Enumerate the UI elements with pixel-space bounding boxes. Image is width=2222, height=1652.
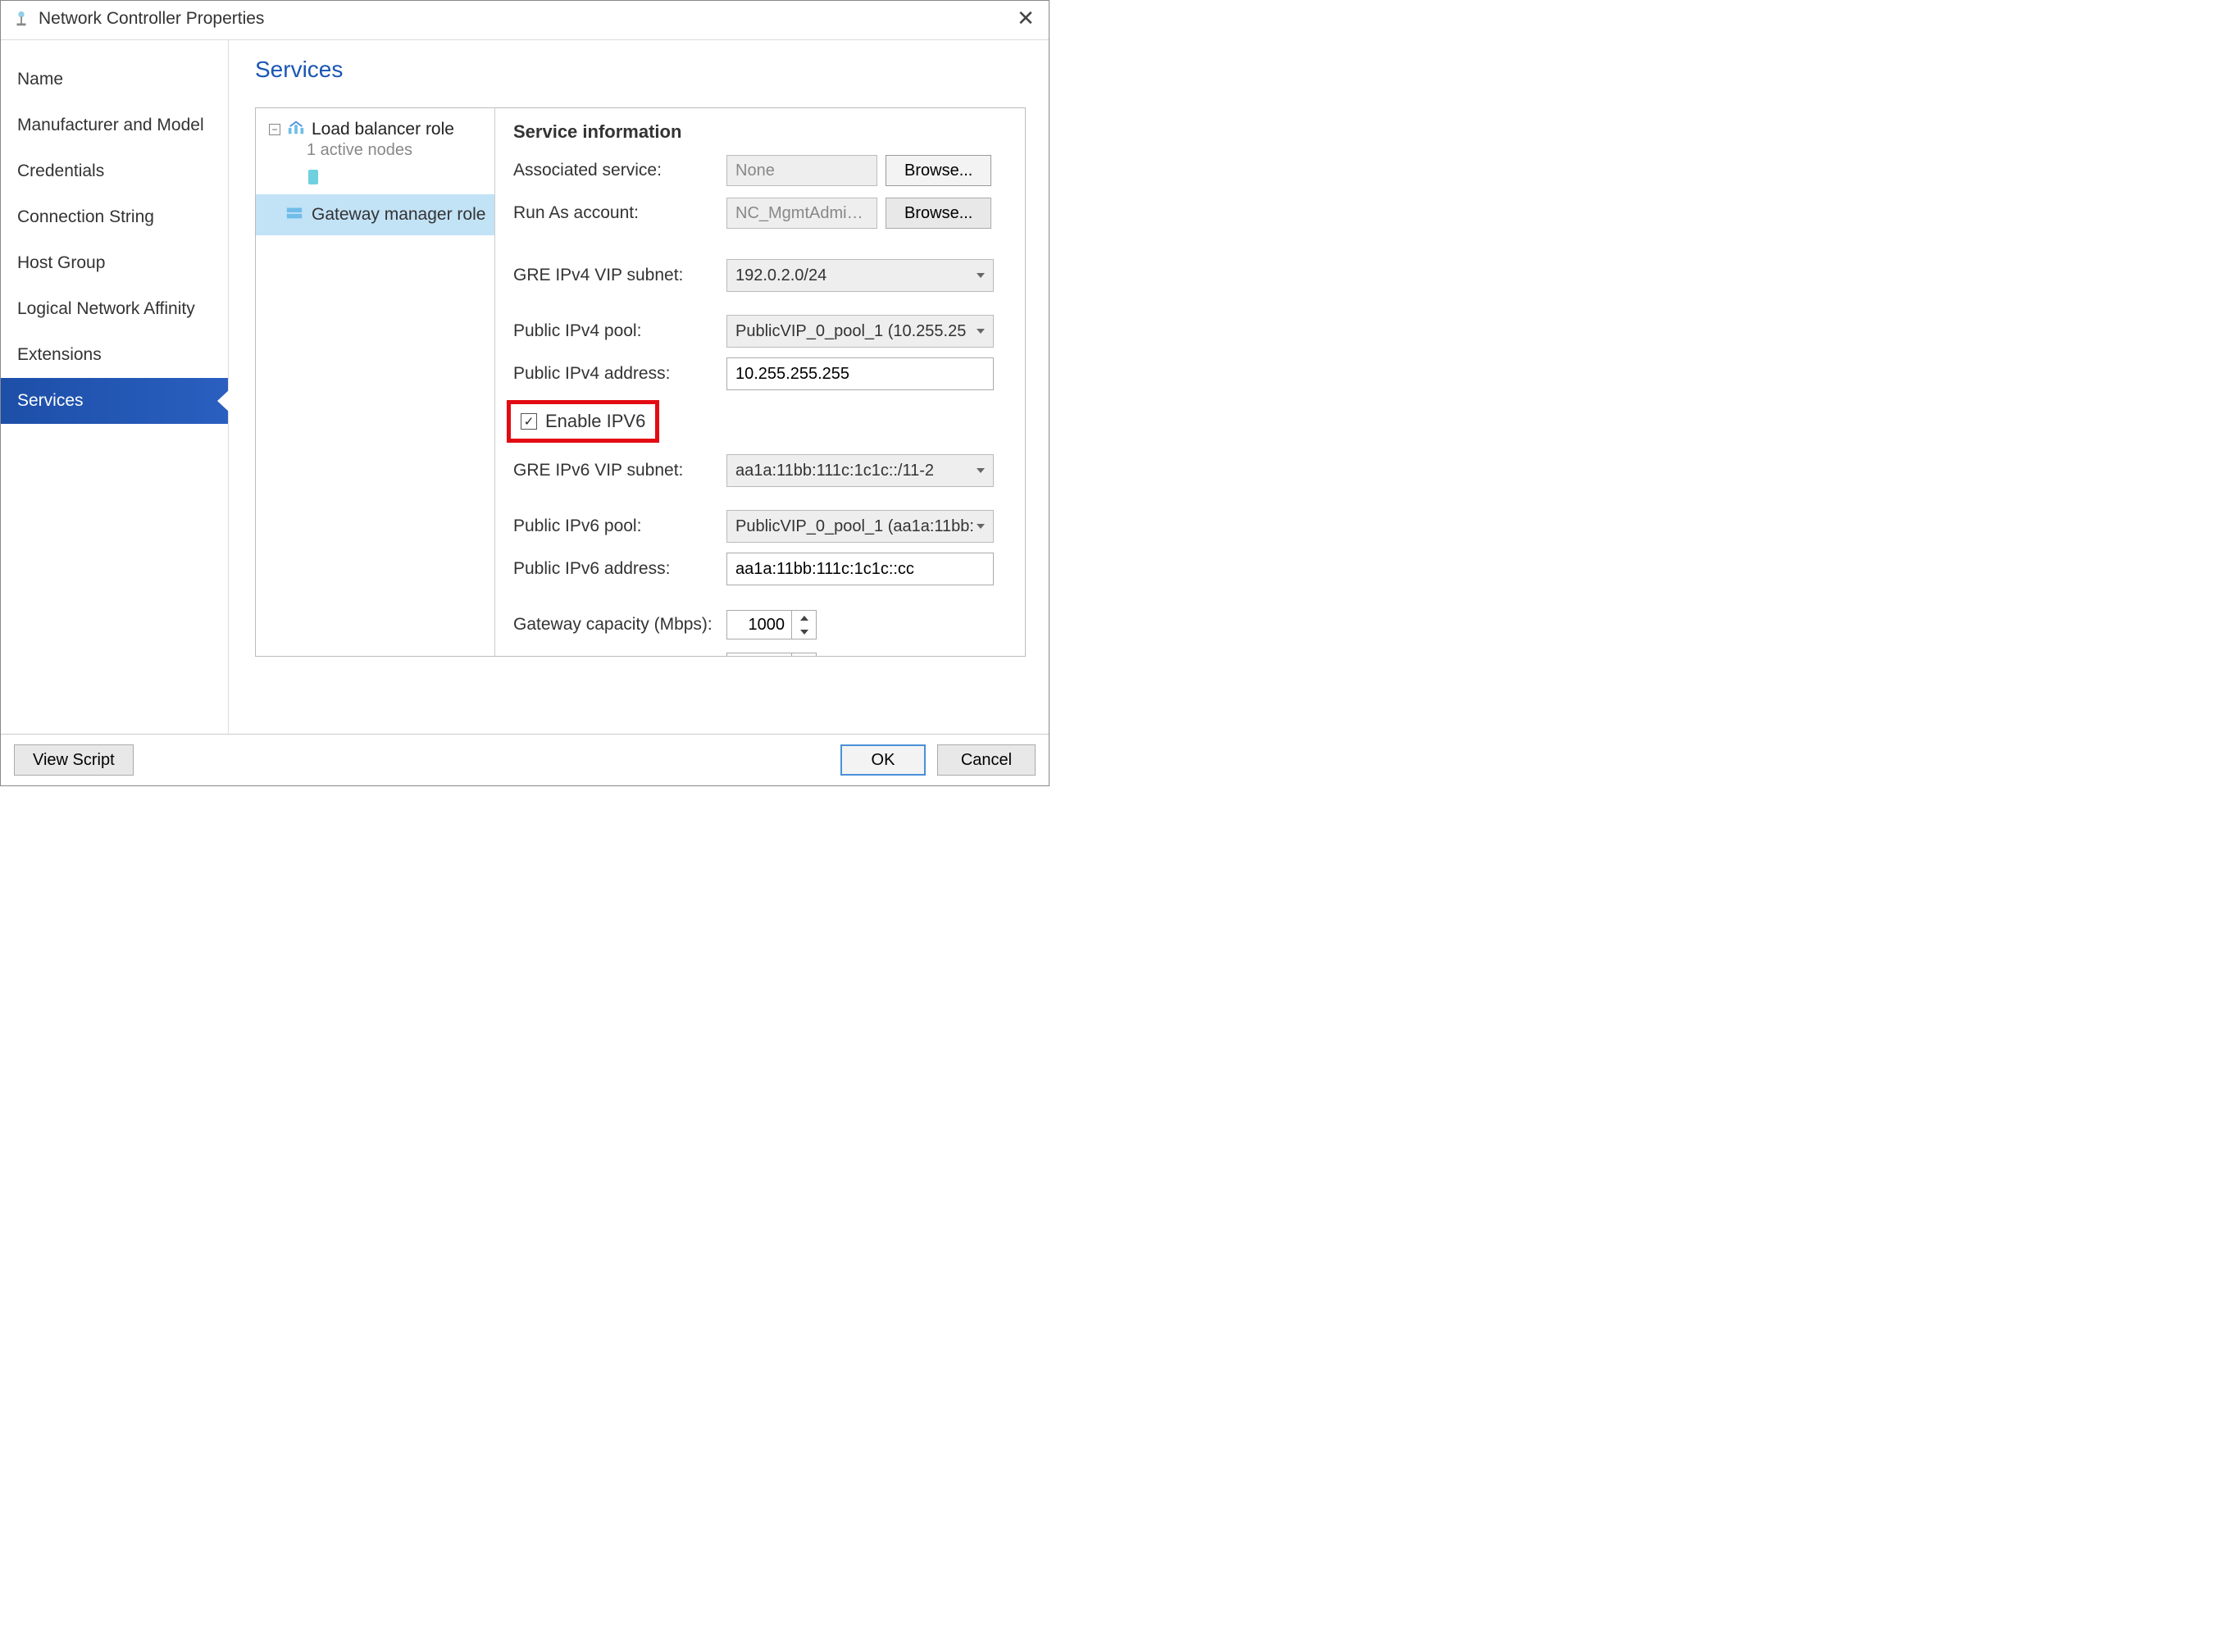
sidebar-item-name[interactable]: Name bbox=[1, 57, 228, 102]
public-ipv4-pool-label: Public IPv4 pool: bbox=[513, 321, 726, 341]
gre-ipv6-dropdown[interactable]: aa1a:11bb:111c:1c1c::/11-2 bbox=[726, 454, 994, 487]
collapse-icon[interactable]: − bbox=[269, 124, 280, 135]
public-ipv6-pool-dropdown[interactable]: PublicVIP_0_pool_1 (aa1a:11bb: bbox=[726, 510, 994, 543]
public-ipv4-address-label: Public IPv4 address: bbox=[513, 364, 726, 384]
public-ipv6-address-label: Public IPv6 address: bbox=[513, 559, 726, 579]
ok-button[interactable]: OK bbox=[840, 744, 926, 776]
enable-ipv6-checkbox[interactable]: ✓ bbox=[521, 413, 537, 430]
gateway-capacity-spinner[interactable] bbox=[726, 610, 817, 639]
public-ipv4-pool-dropdown[interactable]: PublicVIP_0_pool_1 (10.255.25 bbox=[726, 315, 994, 348]
public-ipv6-address-input[interactable] bbox=[726, 553, 994, 585]
spinner-down-icon[interactable] bbox=[792, 625, 816, 639]
associated-service-label: Associated service: bbox=[513, 161, 726, 180]
spinner-up-icon[interactable] bbox=[792, 611, 816, 625]
tree-item-label: Load balancer role bbox=[312, 120, 454, 139]
spinner-up-icon[interactable] bbox=[792, 653, 816, 656]
gre-ipv4-dropdown[interactable]: 192.0.2.0/24 bbox=[726, 259, 994, 292]
associated-service-browse-button[interactable]: Browse... bbox=[886, 155, 991, 186]
sidebar-item-logical-network-affinity[interactable]: Logical Network Affinity bbox=[1, 286, 228, 332]
titlebar: Network Controller Properties ✕ bbox=[1, 1, 1049, 39]
sidebar-item-manufacturer[interactable]: Manufacturer and Model bbox=[1, 102, 228, 148]
chevron-down-icon bbox=[977, 468, 985, 473]
cancel-button[interactable]: Cancel bbox=[937, 744, 1036, 776]
tree-item-label: Gateway manager role bbox=[312, 205, 485, 225]
run-as-input bbox=[726, 198, 877, 229]
close-button[interactable]: ✕ bbox=[1011, 6, 1040, 31]
window-title: Network Controller Properties bbox=[39, 9, 1011, 29]
section-title: Service information bbox=[513, 121, 1013, 143]
service-info-form: Service information Associated service: … bbox=[495, 108, 1025, 656]
public-ipv6-pool-label: Public IPv6 pool: bbox=[513, 517, 726, 536]
gw-role-icon bbox=[285, 204, 303, 225]
content-pane: Services − Load balancer role 1 active n… bbox=[229, 40, 1049, 734]
properties-window: Network Controller Properties ✕ Name Man… bbox=[0, 0, 1050, 786]
gateway-capacity-label: Gateway capacity (Mbps): bbox=[513, 615, 726, 635]
services-panel: − Load balancer role 1 active nodes bbox=[255, 107, 1026, 657]
associated-service-input bbox=[726, 155, 877, 186]
enable-ipv6-highlight: ✓ Enable IPV6 bbox=[507, 400, 659, 443]
tree-item-load-balancer[interactable]: − Load balancer role 1 active nodes bbox=[256, 116, 494, 194]
run-as-label: Run As account: bbox=[513, 203, 726, 223]
app-icon bbox=[12, 10, 30, 28]
lb-role-icon bbox=[287, 120, 305, 139]
tree-item-subtext: 1 active nodes bbox=[307, 141, 486, 160]
chevron-down-icon bbox=[977, 329, 985, 334]
nodes-reserved-spinner[interactable] bbox=[726, 653, 817, 656]
chevron-down-icon bbox=[977, 273, 985, 278]
sidebar-item-extensions[interactable]: Extensions bbox=[1, 332, 228, 378]
sidebar-item-connection-string[interactable]: Connection String bbox=[1, 194, 228, 240]
footer: View Script OK Cancel bbox=[1, 734, 1049, 785]
view-script-button[interactable]: View Script bbox=[14, 744, 134, 776]
tree-item-gateway-manager[interactable]: Gateway manager role bbox=[256, 194, 494, 235]
enable-ipv6-label: Enable IPV6 bbox=[545, 411, 645, 432]
gre-ipv6-label: GRE IPv6 VIP subnet: bbox=[513, 461, 726, 480]
service-tree: − Load balancer role 1 active nodes bbox=[256, 108, 495, 656]
run-as-browse-button[interactable]: Browse... bbox=[886, 198, 991, 229]
body: Name Manufacturer and Model Credentials … bbox=[1, 39, 1049, 734]
gateway-capacity-input[interactable] bbox=[727, 611, 791, 639]
sidebar: Name Manufacturer and Model Credentials … bbox=[1, 40, 229, 734]
public-ipv4-address-input[interactable] bbox=[726, 357, 994, 390]
lb-node-icon[interactable] bbox=[307, 168, 486, 191]
nodes-reserved-input[interactable] bbox=[727, 653, 791, 656]
sidebar-item-host-group[interactable]: Host Group bbox=[1, 240, 228, 286]
gre-ipv4-label: GRE IPv4 VIP subnet: bbox=[513, 266, 726, 285]
page-title: Services bbox=[255, 57, 1026, 83]
sidebar-item-services[interactable]: Services bbox=[1, 378, 228, 424]
sidebar-item-credentials[interactable]: Credentials bbox=[1, 148, 228, 194]
chevron-down-icon bbox=[977, 524, 985, 529]
